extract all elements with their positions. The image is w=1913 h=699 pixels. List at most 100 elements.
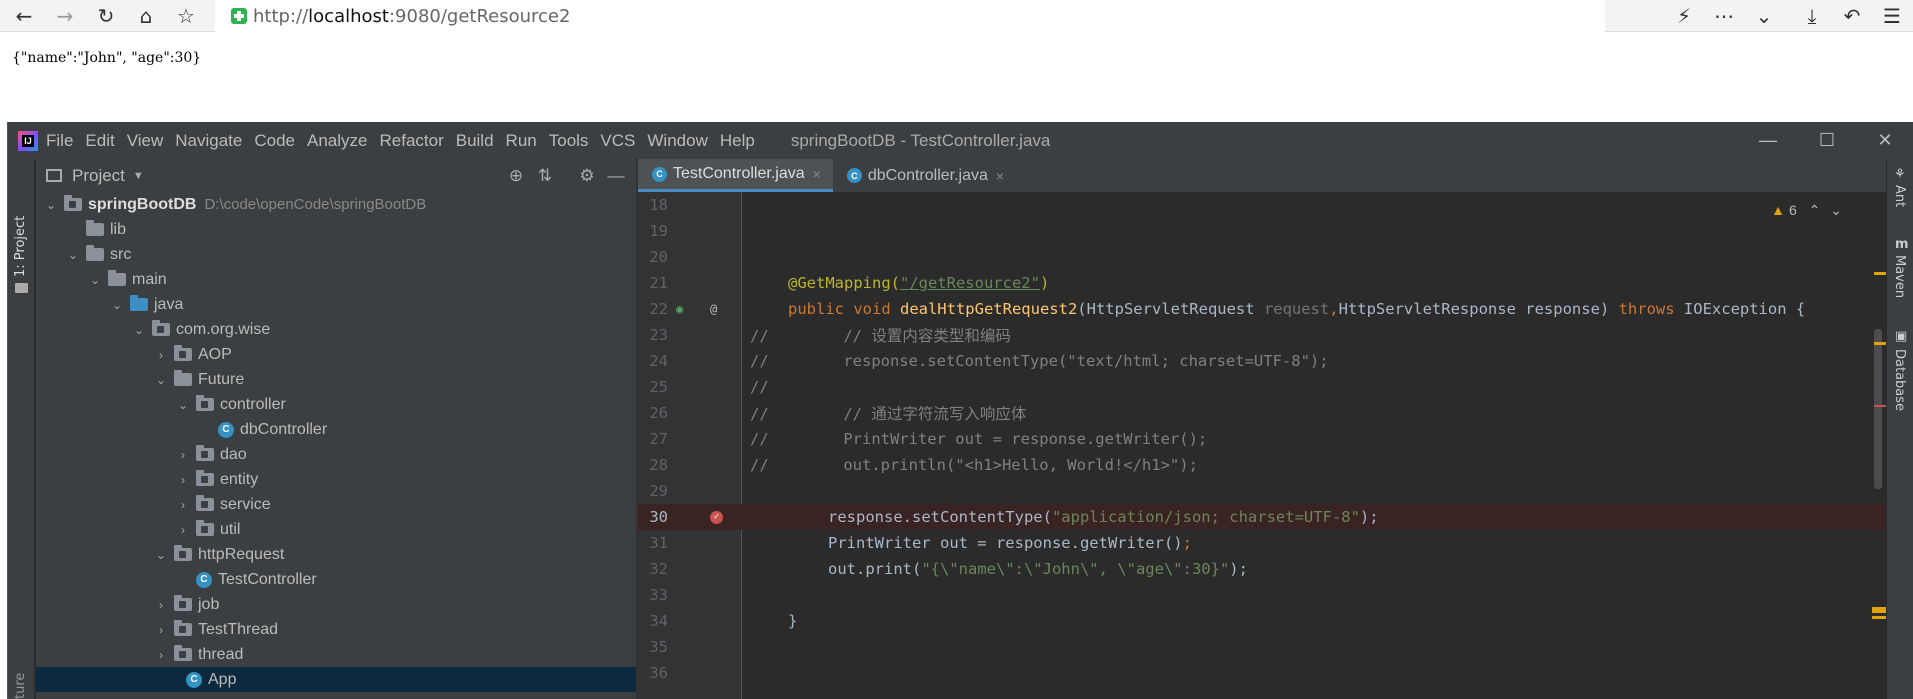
- menu-navigate[interactable]: Navigate: [175, 131, 242, 151]
- gear-icon[interactable]: ⚙: [575, 159, 599, 192]
- lightning-icon[interactable]: ⚡: [1668, 0, 1700, 32]
- ant-icon: ⚘: [1894, 167, 1906, 182]
- close-tab-icon[interactable]: ×: [996, 168, 1004, 184]
- window-title: springBootDB - TestController.java: [790, 130, 1051, 150]
- project-tool-tab[interactable]: 1: Project: [13, 216, 28, 277]
- chevron-down-icon[interactable]: ⌄: [44, 198, 58, 212]
- forward-icon[interactable]: →: [49, 0, 81, 32]
- tree-item-dao[interactable]: › dao: [36, 442, 636, 467]
- menu-build[interactable]: Build: [456, 131, 494, 151]
- tree-item-httprequest[interactable]: ⌄ httpRequest: [36, 542, 636, 567]
- locate-icon[interactable]: ⊕: [504, 159, 528, 192]
- tree-item-service[interactable]: › service: [36, 492, 636, 517]
- chevron-down-icon[interactable]: ⌄: [132, 323, 146, 337]
- tree-item-app[interactable]: C App: [36, 667, 636, 692]
- package-icon: [196, 520, 214, 536]
- home-icon[interactable]: ⌂: [130, 0, 162, 32]
- project-panel: Project ▼ ⊕ ⇅ ⚙ — ⌄ springBootDB D:\code…: [36, 159, 636, 699]
- chevron-right-icon[interactable]: ›: [154, 598, 168, 612]
- tab-dbcontroller[interactable]: C dbController.java ×: [833, 159, 1016, 192]
- more-icon[interactable]: ⋯: [1708, 0, 1740, 32]
- close-tab-icon[interactable]: ×: [813, 166, 821, 182]
- menu-vcs[interactable]: VCS: [600, 131, 635, 151]
- chevron-down-icon[interactable]: ⌄: [66, 248, 80, 262]
- download-icon[interactable]: ⤓: [1796, 0, 1828, 32]
- chevron-down-icon[interactable]: ⌄: [88, 273, 102, 287]
- chevron-right-icon[interactable]: ›: [176, 473, 190, 487]
- breakpoint-icon[interactable]: ✓: [710, 510, 723, 524]
- package-icon: [174, 545, 192, 561]
- chevron-down-icon[interactable]: ⌄: [154, 373, 168, 387]
- tree-item-src[interactable]: ⌄ src: [36, 242, 636, 267]
- code-line-breakpoint: 30 ✓ response.setContentType("applicatio…: [638, 504, 1888, 530]
- tree-item-entity[interactable]: › entity: [36, 467, 636, 492]
- tree-item-thread[interactable]: › thread: [36, 642, 636, 667]
- structure-tool-tab[interactable]: ture: [13, 673, 28, 699]
- chevron-right-icon[interactable]: ›: [154, 348, 168, 362]
- code-area[interactable]: ▲ 6 ⌃ ⌄ 18 19 20 21 @GetMapping("/getReso…: [638, 192, 1888, 699]
- ant-tool-tab[interactable]: Ant: [1892, 185, 1907, 207]
- caret-down-icon[interactable]: ▼: [133, 170, 144, 182]
- chevron-down-icon[interactable]: ⌄: [154, 548, 168, 562]
- maven-tool-tab[interactable]: Maven: [1892, 255, 1907, 298]
- tree-item-com-org-wise[interactable]: ⌄ com.org.wise: [36, 317, 636, 342]
- project-header-label[interactable]: Project: [72, 166, 125, 186]
- chevron-right-icon[interactable]: ›: [176, 498, 190, 512]
- menu-edit[interactable]: Edit: [85, 131, 114, 151]
- menu-file[interactable]: File: [46, 131, 73, 151]
- collapse-all-icon[interactable]: ⇅: [533, 159, 557, 192]
- code-line: 24// response.setContentType("text/html;…: [649, 352, 1329, 370]
- chevron-right-icon[interactable]: ›: [154, 648, 168, 662]
- back-icon[interactable]: ←: [8, 0, 40, 32]
- folder-icon: [86, 245, 104, 261]
- chevron-down-icon[interactable]: ⌄: [1748, 0, 1780, 32]
- chevron-right-icon[interactable]: ›: [176, 448, 190, 462]
- tree-item-aop[interactable]: › AOP: [36, 342, 636, 367]
- reload-icon[interactable]: ↻: [90, 0, 122, 32]
- chevron-right-icon[interactable]: ›: [154, 623, 168, 637]
- tree-item-lib[interactable]: lib: [36, 217, 636, 242]
- address-bar[interactable]: http://localhost:9080/getResource2: [215, 0, 1605, 32]
- mapping-gutter-icon[interactable]: @: [710, 302, 717, 316]
- folder-icon: [108, 270, 126, 286]
- menu-run[interactable]: Run: [506, 131, 537, 151]
- menu-help[interactable]: Help: [720, 131, 755, 151]
- tree-item-springbootdb[interactable]: ⌄ springBootDB D:\code\openCode\springBo…: [36, 192, 636, 217]
- undo-icon[interactable]: ↶: [1836, 0, 1868, 32]
- tree-item-main[interactable]: ⌄ main: [36, 267, 636, 292]
- tree-item-dbcontroller[interactable]: CdbController: [36, 417, 636, 442]
- url-protocol: http://: [253, 5, 309, 27]
- menu-tools[interactable]: Tools: [549, 131, 589, 151]
- intellij-logo-icon: IJ: [18, 130, 38, 151]
- tree-item-controller[interactable]: ⌄ controller: [36, 392, 636, 417]
- chevron-down-icon[interactable]: ⌄: [176, 398, 190, 412]
- tree-item-future[interactable]: ⌄ Future: [36, 367, 636, 392]
- minimize-icon[interactable]: —: [1739, 122, 1797, 159]
- class-icon: C: [218, 421, 234, 438]
- tree-item-testcontroller[interactable]: C TestController: [36, 567, 636, 592]
- menu-code[interactable]: Code: [254, 131, 295, 151]
- tree-item-util[interactable]: › util: [36, 517, 636, 542]
- menu-window[interactable]: Window: [647, 131, 707, 151]
- tree-item-testthread[interactable]: › TestThread: [36, 617, 636, 642]
- chevron-right-icon[interactable]: ›: [176, 523, 190, 537]
- menu-refactor[interactable]: Refactor: [379, 131, 443, 151]
- tree-item-job[interactable]: › job: [36, 592, 636, 617]
- close-icon[interactable]: ✕: [1856, 122, 1913, 159]
- tab-testcontroller[interactable]: C TestController.java ×: [638, 159, 833, 192]
- class-icon: C: [652, 166, 667, 182]
- hide-panel-icon[interactable]: —: [604, 159, 628, 192]
- chevron-down-icon[interactable]: ⌄: [110, 298, 124, 312]
- database-tool-tab[interactable]: Database: [1892, 349, 1907, 411]
- menu-view[interactable]: View: [127, 131, 164, 151]
- code-line: 34}: [649, 612, 798, 630]
- code-line: 35: [649, 638, 668, 656]
- menu-icon[interactable]: ☰: [1876, 0, 1908, 32]
- maximize-icon[interactable]: ☐: [1798, 122, 1856, 159]
- source-folder-icon: [130, 295, 148, 311]
- menu-analyze[interactable]: Analyze: [307, 131, 367, 151]
- bookmark-star-icon[interactable]: ☆: [170, 0, 202, 32]
- editor-scrollbar[interactable]: [1874, 329, 1882, 489]
- tree-item-java[interactable]: ⌄ java: [36, 292, 636, 317]
- run-gutter-icon[interactable]: ◉: [676, 302, 683, 316]
